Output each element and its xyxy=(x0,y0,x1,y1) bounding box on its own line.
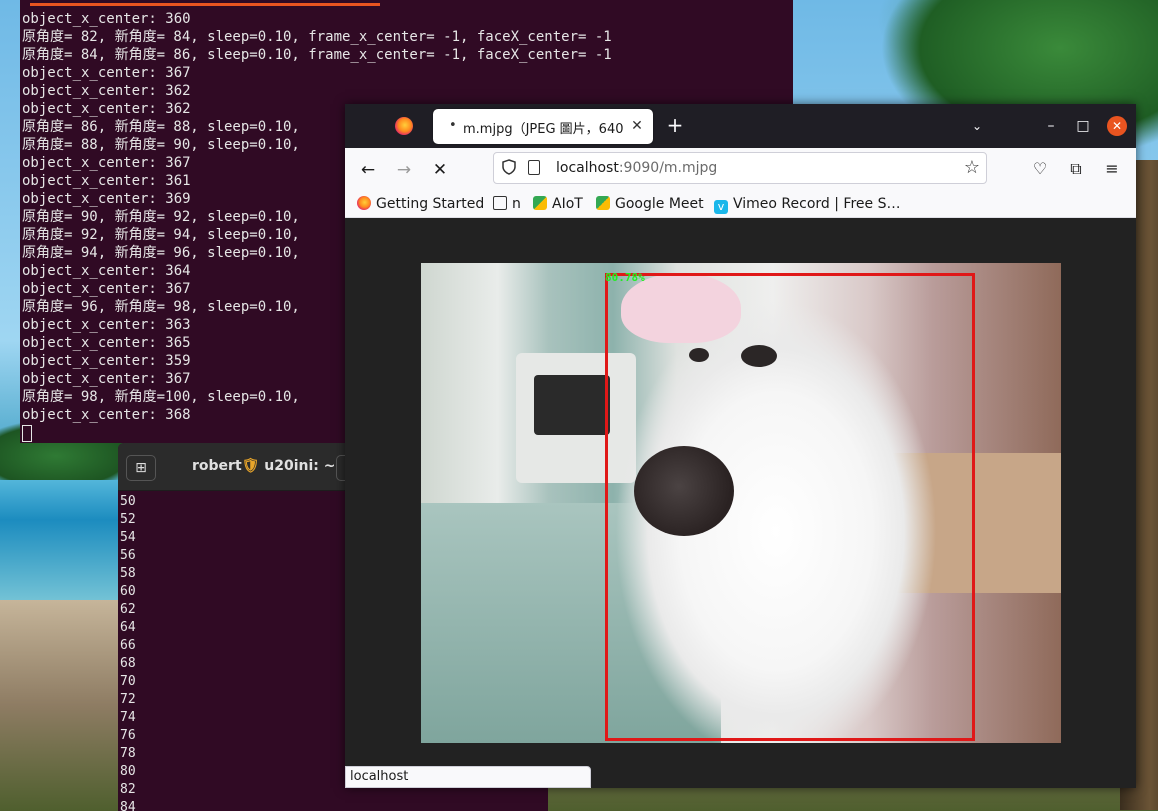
page-icon[interactable] xyxy=(528,160,540,175)
terminal-line: 原角度= 82, 新角度= 84, sleep=0.10, frame_x_ce… xyxy=(22,29,612,45)
navigation-toolbar: ← → ✕ localhost:9090/m.mjpg ☆ ♡ ⧉ ≡ xyxy=(345,148,1136,190)
firefox-window[interactable]: • m.mjpg（JPEG 圖片，640 ✕ + ⌄ – □ ✕ ← → ✕ l… xyxy=(345,104,1136,788)
stop-button[interactable]: ✕ xyxy=(427,157,453,183)
terminal-line: 62 xyxy=(120,602,136,617)
terminal-line: object_x_center: 367 xyxy=(22,65,191,81)
window-close-button[interactable]: ✕ xyxy=(1107,116,1127,136)
tracking-shield-icon[interactable] xyxy=(502,159,516,175)
vimeo-icon: v xyxy=(714,200,728,214)
terminal-line: 80 xyxy=(120,764,136,779)
pocket-icon[interactable]: ♡ xyxy=(1028,157,1052,181)
terminal-output: 50 52 54 56 58 60 62 64 66 68 70 72 74 76 78 80 82 84 xyxy=(120,493,136,811)
chevron-down-icon[interactable]: ⌄ xyxy=(967,116,987,136)
meet-icon xyxy=(596,196,610,210)
terminal-line: 68 xyxy=(120,656,136,671)
firefox-icon xyxy=(357,196,371,210)
tab-bar: • m.mjpg（JPEG 圖片，640 ✕ + ⌄ – □ ✕ xyxy=(345,104,1136,148)
terminal-line: 52 xyxy=(120,512,136,527)
terminal-line: 84 xyxy=(120,800,136,811)
terminal-line: object_x_center: 360 xyxy=(22,11,191,27)
menu-icon[interactable]: ≡ xyxy=(1100,157,1124,181)
meet-icon xyxy=(533,196,547,210)
terminal-line: 76 xyxy=(120,728,136,743)
terminal-line: 66 xyxy=(120,638,136,653)
tab-mjpg[interactable]: • m.mjpg（JPEG 圖片，640 ✕ xyxy=(433,109,653,144)
terminal-line: 54 xyxy=(120,530,136,545)
terminal-line: object_x_center: 362 xyxy=(22,83,191,99)
bookmark-google-meet[interactable]: Google Meet xyxy=(596,194,704,214)
detection-score: 80.78% xyxy=(605,271,645,284)
terminal-line: 82 xyxy=(120,782,136,797)
terminal-line: 58 xyxy=(120,566,136,581)
close-icon[interactable]: ✕ xyxy=(627,116,647,136)
terminal-line: 70 xyxy=(120,674,136,689)
new-tab-button[interactable]: + xyxy=(663,114,687,138)
bookmark-folder-n[interactable]: n xyxy=(493,194,521,214)
terminal-line: 原角度= 84, 新角度= 86, sleep=0.10, frame_x_ce… xyxy=(22,47,612,63)
terminal-title-host: u20ini: ~ xyxy=(264,458,336,474)
minimize-icon[interactable]: – xyxy=(1041,116,1061,136)
terminal-progress-bar xyxy=(30,3,380,6)
url-text[interactable]: localhost:9090/m.mjpg xyxy=(556,160,717,176)
bookmarks-toolbar: Getting Started n AIoT Google Meet v Vime… xyxy=(345,190,1136,218)
terminal-line: 56 xyxy=(120,548,136,563)
terminal-title-user: robert xyxy=(192,458,242,474)
status-bar: localhost xyxy=(345,766,591,788)
back-button[interactable]: ← xyxy=(355,157,381,183)
terminal-cursor xyxy=(22,425,32,442)
extensions-icon[interactable]: ⧉ xyxy=(1064,157,1088,181)
tab-title: m.mjpg（JPEG 圖片，640 xyxy=(463,122,624,137)
terminal-title: robert🛡 u20ini: ~ xyxy=(192,458,336,474)
terminal-line: 78 xyxy=(120,746,136,761)
terminal-line: 60 xyxy=(120,584,136,599)
page-content: 80.78% xyxy=(345,218,1136,788)
terminal-line: 64 xyxy=(120,620,136,635)
terminal-line: 72 xyxy=(120,692,136,707)
bookmark-getting-started[interactable]: Getting Started xyxy=(357,194,484,214)
firefox-icon[interactable] xyxy=(395,117,413,135)
bookmark-vimeo-record[interactable]: v Vimeo Record | Free S… xyxy=(714,194,900,214)
detection-bounding-box xyxy=(605,273,975,741)
bookmark-star-icon[interactable]: ☆ xyxy=(964,157,980,178)
terminal-line: 74 xyxy=(120,710,136,725)
new-tab-button[interactable]: ⊞ xyxy=(126,455,156,481)
address-bar[interactable]: localhost:9090/m.mjpg ☆ xyxy=(493,152,987,184)
maximize-icon[interactable]: □ xyxy=(1073,116,1093,136)
shield-icon: 🛡 xyxy=(241,458,260,474)
forward-button[interactable]: → xyxy=(391,157,417,183)
folder-icon xyxy=(493,196,507,210)
mjpeg-stream-image[interactable]: 80.78% xyxy=(421,263,1061,743)
terminal-line: 50 xyxy=(120,494,136,509)
bookmark-aiot[interactable]: AIoT xyxy=(533,194,583,214)
tab-loading-indicator: • xyxy=(449,118,457,133)
